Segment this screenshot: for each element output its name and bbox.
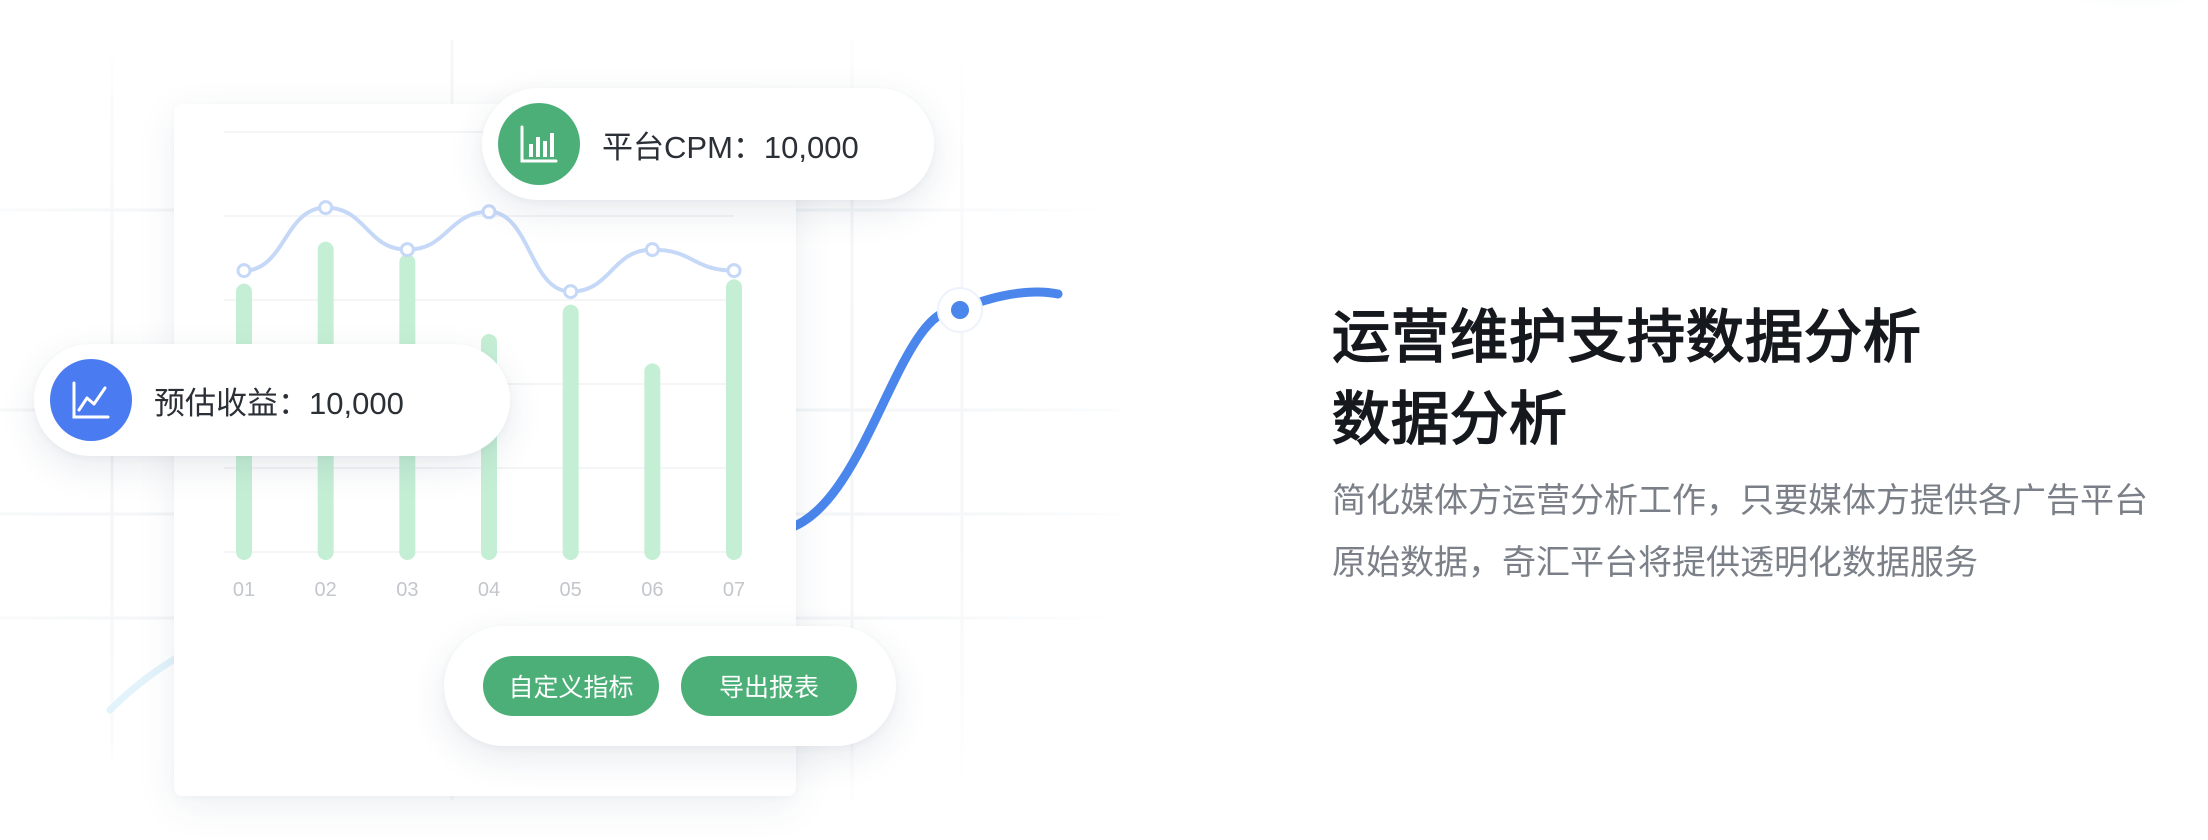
section-description: 简化媒体方运营分析工作，只要媒体方提供各广告平台 原始数据，奇汇平台将提供透明化… bbox=[1332, 482, 2148, 582]
section-title-line2: 数据分析 bbox=[1332, 387, 1569, 452]
chart-tick-label: 04 bbox=[478, 579, 500, 601]
export-report-button[interactable]: 导出报表 bbox=[681, 656, 857, 716]
corner-decoration bbox=[2040, 0, 2208, 10]
chart-tick-label: 01 bbox=[233, 579, 255, 601]
chart-tick-label: 02 bbox=[315, 579, 337, 601]
chart-line-series bbox=[243, 205, 735, 294]
chart-line-point bbox=[726, 263, 742, 279]
chart-tick-label: 06 bbox=[641, 579, 663, 601]
chart-line-point bbox=[318, 200, 334, 216]
chart-tick-label: 07 bbox=[723, 579, 745, 601]
chart-line-point bbox=[481, 204, 497, 220]
chart-tick-label: 05 bbox=[560, 579, 582, 601]
section-title: 运营维护支持数据分析 bbox=[1332, 305, 1923, 370]
bar-chart-icon bbox=[498, 103, 580, 185]
cpm-label: 平台CPM：10,000 bbox=[602, 129, 859, 165]
income-label: 预估收益：10,000 bbox=[154, 385, 404, 421]
action-bar: 自定义指标 导出报表 bbox=[444, 626, 896, 746]
chart-tick-label: 03 bbox=[396, 579, 418, 601]
custom-metrics-button[interactable]: 自定义指标 bbox=[483, 656, 659, 716]
chart-line-point bbox=[644, 242, 660, 258]
chart-line-point bbox=[399, 242, 415, 258]
income-badge: 预估收益：10,000 bbox=[34, 344, 510, 456]
line-chart-icon bbox=[50, 359, 132, 441]
cpm-badge: 平台CPM：10,000 bbox=[482, 88, 934, 200]
chart-line-point bbox=[563, 284, 579, 300]
chart-line-point bbox=[236, 263, 252, 279]
